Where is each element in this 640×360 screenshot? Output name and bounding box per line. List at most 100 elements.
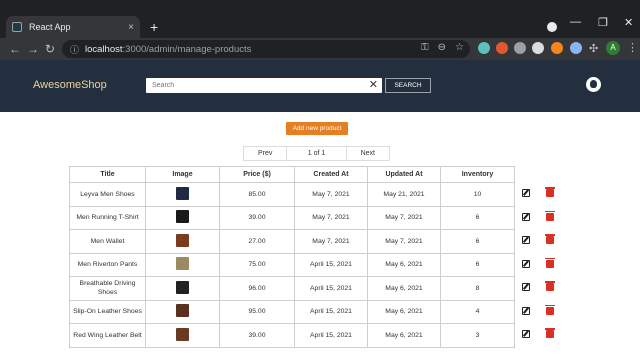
add-new-product-button[interactable]: Add new product: [286, 122, 348, 135]
product-updated-at: May 6, 2021: [367, 299, 441, 324]
prev-page-button[interactable]: Prev: [244, 147, 288, 160]
restore-button[interactable]: ❐: [598, 16, 608, 29]
search-input[interactable]: [152, 82, 362, 89]
product-image-cell: [145, 276, 220, 301]
browser-tab[interactable]: React App ×: [6, 16, 140, 38]
tab-title: React App: [29, 22, 71, 32]
profile-avatar[interactable]: A: [606, 41, 620, 55]
product-price: 75.00: [219, 252, 295, 277]
trash-icon[interactable]: [544, 328, 555, 339]
metamask-fox-icon[interactable]: [551, 42, 563, 54]
edit-cell: [515, 324, 538, 348]
product-updated-at: May 7, 2021: [367, 205, 441, 230]
forward-arrow-icon[interactable]: →: [27, 41, 39, 57]
minimize-button[interactable]: —: [570, 16, 581, 28]
info-icon[interactable]: ⓘ: [70, 43, 79, 56]
product-image-cell: [145, 299, 220, 324]
extension-icon[interactable]: [570, 42, 582, 54]
clear-search-icon[interactable]: ✕: [369, 79, 378, 91]
product-inventory: 6: [440, 229, 515, 254]
product-created-at: May 7, 2021: [294, 205, 368, 230]
product-thumbnail: [176, 233, 189, 247]
column-header-delete: [538, 167, 562, 183]
new-tab-button[interactable]: +: [150, 19, 158, 35]
delete-cell: [538, 183, 562, 207]
edit-cell: [515, 183, 538, 207]
table-row: Slip-On Leather Shoes 95.00 April 15, 2021…: [69, 299, 562, 324]
bookmark-star-icon[interactable]: ☆: [455, 42, 464, 53]
edit-icon[interactable]: [522, 189, 530, 198]
user-account-icon[interactable]: [586, 77, 601, 92]
product-inventory: 10: [440, 182, 515, 207]
extension-icon[interactable]: [478, 42, 490, 54]
trash-icon[interactable]: [544, 187, 555, 198]
edit-icon[interactable]: [522, 236, 530, 245]
search-button[interactable]: SEARCH: [385, 78, 431, 93]
close-window-button[interactable]: ✕: [624, 16, 633, 29]
trash-icon[interactable]: [544, 281, 555, 292]
product-created-at: April 15, 2021: [294, 276, 368, 301]
product-created-at: April 15, 2021: [294, 299, 368, 324]
next-page-button[interactable]: Next: [347, 147, 389, 160]
trash-icon[interactable]: [544, 257, 555, 268]
column-header-edit: [515, 167, 538, 183]
table-row: Men Wallet 27.00 May 7, 2021 May 7, 2021 6: [69, 229, 562, 254]
edit-cell: [515, 230, 538, 254]
edit-cell: [515, 300, 538, 324]
browser-menu-icon[interactable]: ⋮: [627, 41, 638, 55]
product-updated-at: May 21, 2021: [367, 182, 441, 207]
extension-icon[interactable]: [532, 42, 544, 54]
column-header-created-at: Created At: [294, 166, 368, 183]
reload-icon[interactable]: ↻: [45, 41, 55, 57]
table-row: Leyva Men Shoes 85.00 May 7, 2021 May 21, 2…: [69, 182, 562, 207]
product-thumbnail: [176, 280, 189, 294]
delete-cell: [538, 230, 562, 254]
brand-logo[interactable]: AwesomeShop: [33, 79, 107, 91]
media-indicator-icon[interactable]: [547, 22, 557, 32]
page-indicator: 1 of 1: [287, 147, 347, 160]
table-header-row: Title Image Price ($) Created At Updated…: [69, 166, 562, 183]
product-thumbnail: [176, 304, 189, 318]
product-price: 85.00: [219, 182, 295, 207]
product-updated-at: May 6, 2021: [367, 276, 441, 301]
product-inventory: 6: [440, 205, 515, 230]
product-title: Red Wing Leather Belt: [69, 323, 146, 348]
edit-cell: [515, 253, 538, 277]
browser-tabstrip: React App × + — ❐ ✕: [0, 0, 640, 38]
back-arrow-icon[interactable]: ←: [9, 41, 21, 57]
column-header-image: Image: [145, 166, 220, 183]
key-icon[interactable]: ⚿: [421, 42, 429, 53]
delete-cell: [538, 277, 562, 301]
product-inventory: 6: [440, 252, 515, 277]
edit-icon[interactable]: [522, 212, 530, 221]
product-title: Slip-On Leather Shoes: [69, 299, 146, 324]
zoom-icon[interactable]: ⊖: [438, 42, 446, 53]
edit-icon[interactable]: [522, 259, 530, 268]
tab-close-icon[interactable]: ×: [128, 22, 134, 33]
extension-icon[interactable]: [514, 42, 526, 54]
column-header-inventory: Inventory: [440, 166, 515, 183]
screen: React App × + — ❐ ✕ ← → ↻ ⓘ localhost:30…: [0, 0, 640, 360]
trash-icon[interactable]: [544, 210, 555, 221]
edit-cell: [515, 206, 538, 230]
product-created-at: April 15, 2021: [294, 323, 368, 348]
product-price: 96.00: [219, 276, 295, 301]
table-row: Red Wing Leather Belt 39.00 April 15, 2021…: [69, 323, 562, 348]
edit-icon[interactable]: [522, 306, 530, 315]
product-inventory: 8: [440, 276, 515, 301]
edit-cell: [515, 277, 538, 301]
column-header-updated-at: Updated At: [367, 166, 441, 183]
product-thumbnail: [176, 327, 189, 341]
delete-cell: [538, 324, 562, 348]
edit-icon[interactable]: [522, 330, 531, 339]
product-price: 39.00: [219, 205, 295, 230]
trash-icon[interactable]: [544, 234, 555, 245]
delete-cell: [538, 253, 562, 277]
extension-icon[interactable]: [496, 42, 508, 54]
extensions-puzzle-icon[interactable]: ✣: [589, 41, 598, 57]
product-thumbnail: [176, 210, 189, 224]
trash-icon[interactable]: [544, 304, 555, 315]
edit-icon[interactable]: [522, 283, 530, 292]
react-favicon-icon: [12, 22, 22, 32]
address-bar[interactable]: ⓘ localhost:3000/admin/manage-products ⚿…: [62, 40, 470, 58]
